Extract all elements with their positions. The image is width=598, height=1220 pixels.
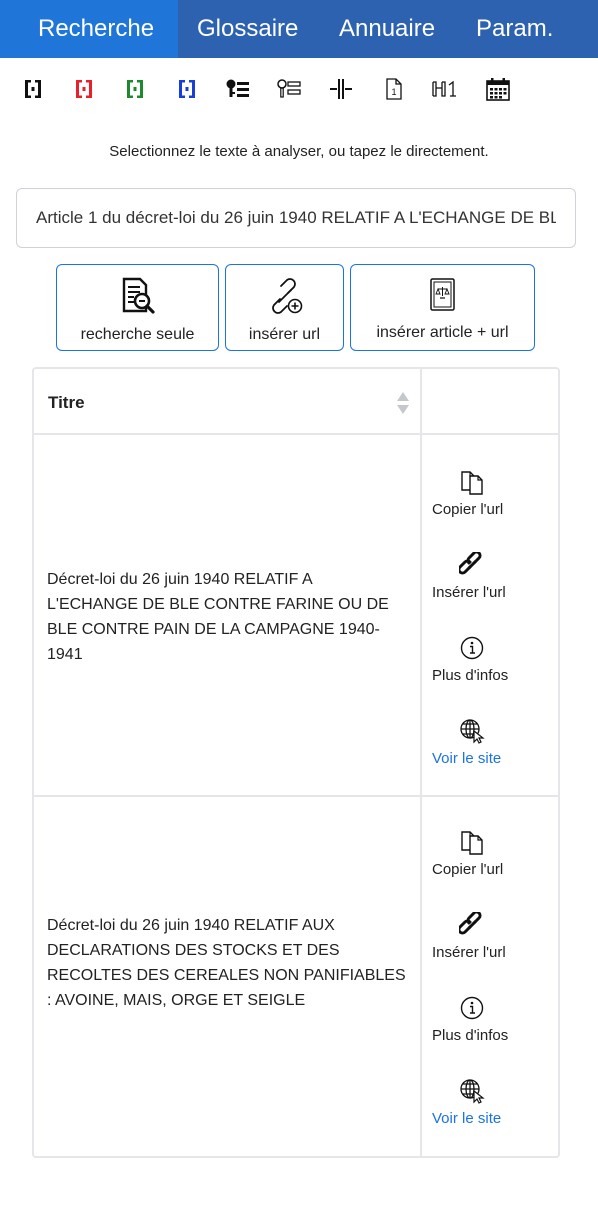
law-book-icon — [428, 277, 458, 318]
page-number-icon[interactable]: 1 — [379, 72, 409, 106]
svg-text:1: 1 — [391, 87, 396, 97]
copy-url-action[interactable]: Copier l'url — [432, 467, 552, 550]
view-site-link[interactable]: Voir le site — [432, 750, 501, 767]
key-list-icon[interactable] — [223, 72, 253, 106]
instruction-text: Selectionnez le texte à analyser, ou tap… — [109, 143, 489, 160]
search-only-label: recherche seule — [80, 326, 195, 343]
insert-article-url-button[interactable]: insérer article + url — [350, 264, 535, 351]
more-info-action[interactable]: Plus d'infos — [432, 633, 552, 716]
info-icon — [457, 993, 487, 1023]
insert-url-action[interactable]: Insérer l'url — [432, 550, 552, 633]
split-icon[interactable] — [326, 72, 356, 106]
tab-glossaire[interactable]: Glossaire — [178, 0, 320, 58]
more-info-label: Plus d'infos — [432, 667, 509, 684]
row-actions: Copier l'url Insérer l'url Plus d'infos … — [432, 467, 552, 799]
search-input[interactable] — [36, 208, 556, 228]
insert-article-url-label: insérer article + url — [376, 324, 509, 341]
tab-annuaire[interactable]: Annuaire — [320, 0, 457, 58]
tab-recherche[interactable]: Recherche — [0, 0, 178, 58]
top-nav: Recherche Glossaire Annuaire Param. — [0, 0, 598, 58]
cursor-blue-icon[interactable] — [172, 72, 202, 106]
tab-label: Annuaire — [339, 15, 436, 42]
insert-url-label: insérer url — [248, 326, 321, 343]
link-icon — [457, 550, 487, 580]
sort-icon[interactable] — [396, 391, 410, 420]
key-list-outline-icon[interactable] — [274, 72, 304, 106]
tab-label: Glossaire — [197, 15, 299, 42]
globe-cursor-icon — [457, 1076, 487, 1106]
insert-url-action[interactable]: Insérer l'url — [432, 910, 552, 993]
row-title: Décret-loi du 26 juin 1940 RELATIF AUX D… — [47, 917, 406, 1009]
table-row: Décret-loi du 26 juin 1940 RELATIF A L'E… — [34, 435, 558, 797]
copy-url-label: Copier l'url — [432, 501, 504, 518]
search-only-button[interactable]: recherche seule — [56, 264, 219, 351]
cursor-black-icon[interactable] — [18, 72, 48, 106]
info-icon — [457, 633, 487, 663]
more-info-action[interactable]: Plus d'infos — [432, 993, 552, 1076]
row-actions: Copier l'url Insérer l'url Plus d'infos … — [432, 827, 552, 1159]
tab-label: Param. — [476, 15, 554, 42]
insert-url-label: Insérer l'url — [432, 944, 506, 961]
table-row: Décret-loi du 26 juin 1940 RELATIF AUX D… — [34, 797, 558, 1156]
tab-label: Recherche — [38, 15, 155, 42]
insert-url-label: Insérer l'url — [432, 584, 506, 601]
insert-url-button[interactable]: insérer url — [225, 264, 344, 351]
calendar-icon[interactable] — [483, 72, 513, 106]
tab-param[interactable]: Param. — [457, 0, 567, 58]
view-site-link[interactable]: Voir le site — [432, 1110, 501, 1127]
copy-url-label: Copier l'url — [432, 861, 504, 878]
copy-icon — [457, 467, 487, 497]
link-icon — [457, 910, 487, 940]
copy-url-action[interactable]: Copier l'url — [432, 827, 552, 910]
copy-icon — [457, 827, 487, 857]
format-toolbar: 1 — [18, 72, 518, 106]
search-field[interactable] — [16, 188, 576, 248]
view-site-action[interactable]: Voir le site — [432, 1076, 552, 1159]
link-add-icon — [266, 277, 304, 320]
cursor-red-icon[interactable] — [69, 72, 99, 106]
column-header-titre[interactable]: Titre — [48, 393, 85, 413]
heading-h1-icon[interactable] — [430, 72, 460, 106]
more-info-label: Plus d'infos — [432, 1027, 509, 1044]
row-title: Décret-loi du 26 juin 1940 RELATIF A L'E… — [47, 571, 389, 663]
document-search-icon — [120, 277, 156, 320]
results-table: Titre Décret-loi du 26 juin 1940 RELATIF… — [32, 367, 560, 1158]
view-site-action[interactable]: Voir le site — [432, 716, 552, 799]
table-header: Titre — [34, 369, 558, 435]
cursor-green-icon[interactable] — [120, 72, 150, 106]
globe-cursor-icon — [457, 716, 487, 746]
